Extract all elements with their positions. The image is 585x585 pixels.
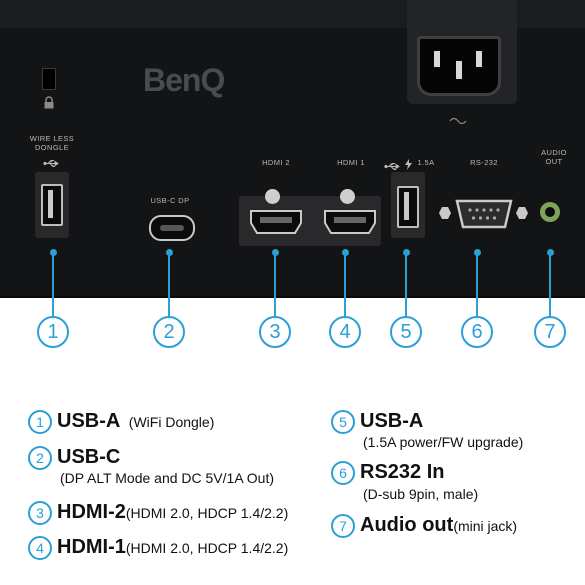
power-inlet (417, 36, 501, 96)
usb-a-power-port (397, 186, 419, 228)
power-pin-left (434, 51, 440, 67)
callout-7-line (549, 252, 551, 316)
rs232-screw-left-icon (439, 207, 451, 219)
label-wireless-line1: WIRE LESS (29, 134, 75, 143)
usb-c-port (149, 215, 195, 241)
legend-item-1: 1 USB-A (WiFi Dongle) (28, 410, 214, 434)
label-audio-line2: OUT (545, 157, 563, 166)
callout-1-number: 1 (37, 316, 69, 348)
legend-text: USB-C (57, 446, 120, 470)
legend-number: 3 (28, 501, 52, 525)
label-usbc: USB-C DP (150, 196, 190, 205)
hdmi1-port (324, 210, 376, 234)
legend-text: HDMI-1(HDMI 2.0, HDCP 1.4/2.2) (57, 536, 288, 560)
legend-item-4: 4 HDMI-1(HDMI 2.0, HDCP 1.4/2.2) (28, 536, 288, 560)
label-wireless-dongle: WIRE LESS DONGLE (22, 134, 82, 152)
legend-item-5-second-line: (1.5A power/FW upgrade) (363, 434, 524, 450)
hdmi1-screw-icon (340, 189, 355, 204)
callout-2-number: 2 (153, 316, 185, 348)
legend-title: USB-A (360, 410, 424, 432)
legend-title: RS232 In (360, 461, 445, 483)
callout-6-line (476, 252, 478, 316)
callout-7-number: 7 (534, 316, 566, 348)
ac-symbol-icon (449, 112, 467, 130)
audio-jack (540, 202, 560, 222)
legend-item-2-second-line: (DP ALT Mode and DC 5V/1A Out) (60, 470, 274, 486)
usb-a-dongle-port (41, 184, 63, 226)
legend-item-6: 6 RS232 In (331, 461, 444, 485)
legend-text: Audio out(mini jack) (360, 514, 517, 538)
hdmi2-screw-icon (265, 189, 280, 204)
legend-title: Audio out (360, 514, 454, 536)
legend-number: 4 (28, 536, 52, 560)
legend-title: USB-A (57, 410, 121, 432)
kensington-slot (42, 68, 56, 90)
legend-item-3: 3 HDMI-2(HDMI 2.0, HDCP 1.4/2.2) (28, 501, 288, 525)
legend-item-7: 7 Audio out(mini jack) (331, 514, 517, 538)
legend-detail: (HDMI 2.0, HDCP 1.4/2.2) (125, 505, 289, 521)
usb-c-tongue (160, 225, 184, 231)
callout-3-number: 3 (259, 316, 291, 348)
lock-icon (44, 96, 54, 114)
brand-logo: BenQ (143, 62, 225, 98)
audio-jack-hole (545, 207, 555, 217)
label-rs232: RS-232 (470, 158, 498, 167)
power-pin-right (476, 51, 482, 67)
rear-panel: BenQ WIRE LESS DONGLE USB-C DP HDMI 2 HD… (0, 0, 585, 298)
legend-item-6-second-line: (D-sub 9pin, male) (363, 486, 479, 502)
legend-text: USB-A (360, 410, 423, 434)
rs232-screw-right-icon (516, 207, 528, 219)
callout-5-line (405, 252, 407, 316)
callout-4-number: 4 (329, 316, 361, 348)
usb-a-dongle-tongue (48, 190, 53, 218)
power-pin-ground (456, 61, 462, 79)
label-wireless-line2: DONGLE (34, 143, 70, 152)
label-audio-line1: AUDIO (541, 148, 567, 157)
callout-2-line (168, 252, 170, 316)
legend-text: HDMI-2(HDMI 2.0, HDCP 1.4/2.2) (57, 501, 288, 525)
legend-number: 1 (28, 410, 52, 434)
callout-4-line (344, 252, 346, 316)
legend-number: 2 (28, 446, 52, 470)
callout-5-number: 5 (390, 316, 422, 348)
callout-3-line (274, 252, 276, 316)
panel-bottom-edge (0, 296, 585, 298)
label-audio: AUDIO OUT (526, 148, 582, 166)
legend-item-5: 5 USB-A (331, 410, 423, 434)
legend-detail: (WiFi Dongle) (128, 414, 215, 430)
callout-1-line (52, 252, 54, 316)
rs232-port (455, 199, 513, 229)
callout-6-number: 6 (461, 316, 493, 348)
legend-title: USB-C (57, 446, 121, 468)
legend-text: USB-A (WiFi Dongle) (57, 410, 214, 434)
legend-text: RS232 In (360, 461, 444, 485)
legend-number: 6 (331, 461, 355, 485)
legend-number: 5 (331, 410, 355, 434)
legend-title: HDMI-1 (57, 536, 126, 558)
legend-number: 7 (331, 514, 355, 538)
hdmi2-port (250, 210, 302, 234)
usb-a-power-tongue (404, 192, 409, 220)
legend-item-2: 2 USB-C (28, 446, 120, 470)
label-hdmi2: HDMI 2 (262, 158, 290, 167)
legend-detail: (mini jack) (453, 518, 518, 534)
label-hdmi1: HDMI 1 (337, 158, 365, 167)
legend-detail: (HDMI 2.0, HDCP 1.4/2.2) (125, 540, 289, 556)
label-usb-power: 1.5A (417, 158, 435, 167)
legend-title: HDMI-2 (57, 501, 126, 523)
usb-symbol-icon (43, 155, 61, 173)
